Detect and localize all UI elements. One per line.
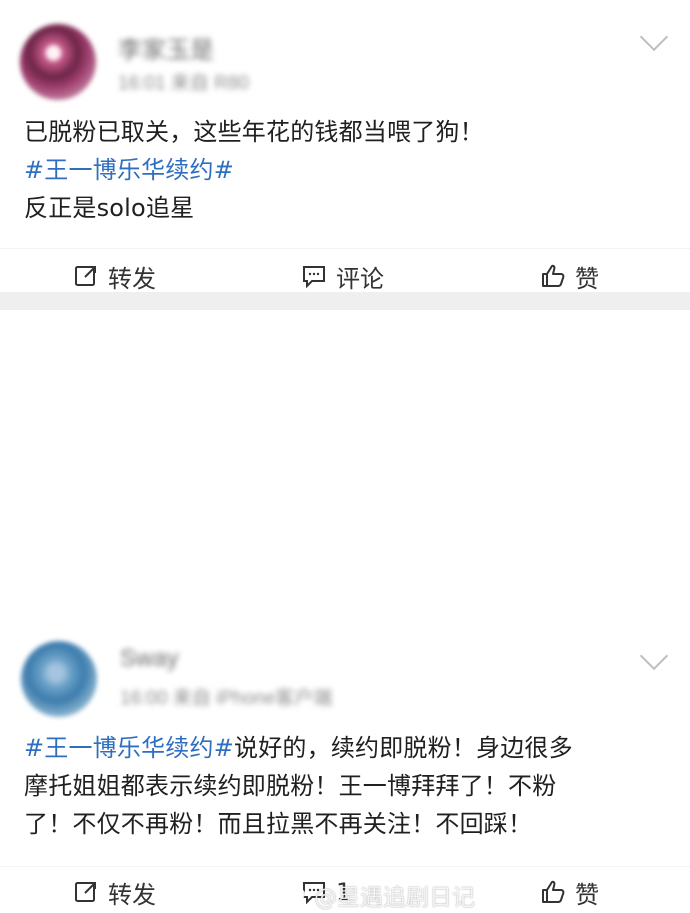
post-text-line: 反正是solo追星 bbox=[24, 194, 195, 222]
avatar[interactable] bbox=[21, 641, 97, 717]
post-content: 已脱粉已取关，这些年花的钱都当喂了狗！ #王一博乐华续约# 反正是solo追星 bbox=[24, 113, 664, 227]
post-text-line: 摩托姐姐都表示续约即脱粉！王一博拜拜了！不粉 bbox=[24, 772, 557, 800]
repost-button[interactable]: 转发 bbox=[72, 255, 156, 297]
weibo-icon bbox=[280, 884, 308, 906]
divider bbox=[0, 248, 690, 249]
like-label: 赞 bbox=[575, 264, 599, 293]
thumbs-up-icon bbox=[539, 878, 567, 906]
like-button[interactable]: 赞 bbox=[539, 871, 599, 913]
author-name[interactable]: Sway bbox=[120, 645, 179, 673]
post-meta: 16:00 来自 iPhone客户端 bbox=[120, 688, 333, 709]
post-actions: 转发 评论 赞 bbox=[0, 255, 690, 297]
weibo-feed: 李家玉是 16:01 来自 R80 已脱粉已取关，这些年花的钱都当喂了狗！ #王… bbox=[0, 0, 690, 911]
comment-icon bbox=[300, 262, 328, 290]
post-text-line: #王一博乐华续约#说好的，续约即脱粉！身边很多 bbox=[24, 729, 664, 767]
weibo-post: 李家玉是 16:01 来自 R80 已脱粉已取关，这些年花的钱都当喂了狗！ #王… bbox=[0, 0, 690, 293]
avatar[interactable] bbox=[20, 24, 96, 100]
repost-label: 转发 bbox=[108, 880, 156, 909]
post-separator bbox=[0, 292, 690, 310]
author-name[interactable]: 李家玉是 bbox=[118, 30, 214, 65]
watermark-text: @星遇追剧日记 bbox=[314, 885, 475, 911]
like-button[interactable]: 赞 bbox=[539, 255, 599, 297]
hashtag-link[interactable]: #王一博乐华续约# bbox=[24, 734, 234, 762]
weibo-post: Sway 16:00 来自 iPhone客户端 #王一博乐华续约#说好的，续约即… bbox=[0, 310, 690, 911]
chevron-down-icon[interactable] bbox=[639, 641, 669, 671]
watermark: @星遇追剧日记 bbox=[280, 881, 475, 911]
comment-button[interactable]: 评论 bbox=[300, 255, 384, 297]
divider bbox=[0, 866, 690, 867]
repost-label: 转发 bbox=[108, 264, 156, 293]
comment-label: 评论 bbox=[336, 264, 384, 293]
post-meta: 16:01 来自 R80 bbox=[118, 73, 249, 94]
post-text-line: 已脱粉已取关，这些年花的钱都当喂了狗！ bbox=[24, 118, 484, 146]
post-text: 说好的，续约即脱粉！身边很多 bbox=[234, 734, 573, 762]
chevron-down-icon[interactable] bbox=[639, 22, 669, 52]
repost-button[interactable]: 转发 bbox=[72, 871, 156, 913]
repost-icon bbox=[72, 878, 100, 906]
thumbs-up-icon bbox=[539, 262, 567, 290]
hashtag-link[interactable]: #王一博乐华续约# bbox=[24, 151, 664, 189]
post-text-line: 了！不仅不再粉！而且拉黑不再关注！不回踩！ bbox=[24, 810, 533, 838]
like-label: 赞 bbox=[575, 880, 599, 909]
post-content: #王一博乐华续约#说好的，续约即脱粉！身边很多 摩托姐姐都表示续约即脱粉！王一博… bbox=[24, 729, 664, 843]
repost-icon bbox=[72, 262, 100, 290]
